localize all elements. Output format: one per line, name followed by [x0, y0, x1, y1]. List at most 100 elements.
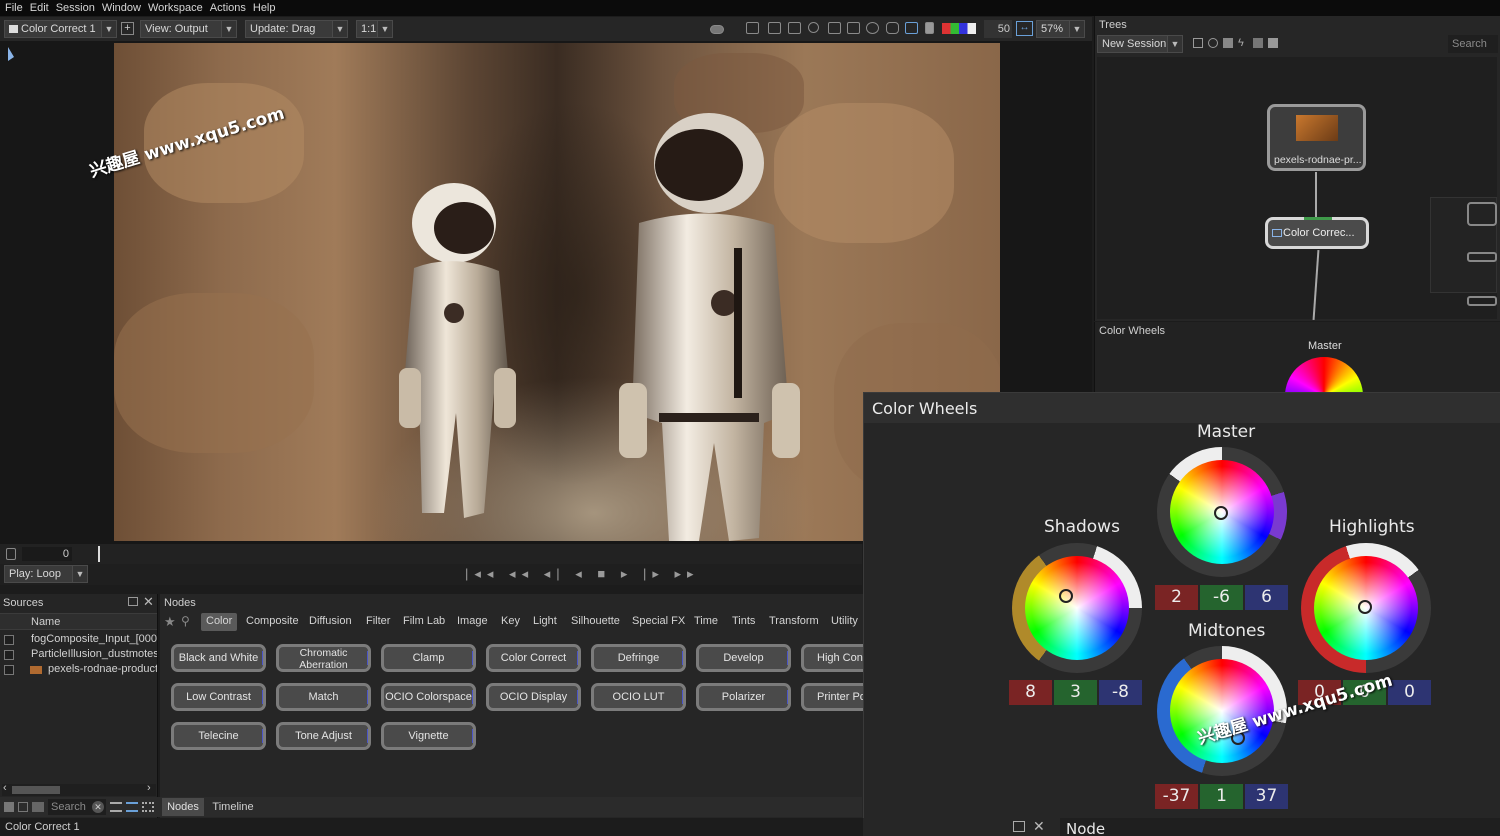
new-tree-icon[interactable]	[1193, 38, 1203, 48]
source-row[interactable]: pexels-rodnae-producti	[0, 663, 157, 678]
midtones-green-value[interactable]: 1	[1200, 784, 1243, 809]
master-wheel[interactable]	[1170, 460, 1274, 564]
tab-film-lab[interactable]: Film Lab	[398, 613, 450, 631]
source-row[interactable]: fogComposite_Input_[0000	[0, 633, 157, 648]
node-telecine[interactable]: Telecine	[171, 722, 266, 750]
monitor-icon[interactable]	[768, 22, 781, 34]
sources-scrollbar[interactable]: ‹ ›	[2, 782, 156, 796]
shadows-green-value[interactable]: 3	[1054, 680, 1097, 705]
frame-field[interactable]: 0	[22, 547, 72, 561]
tab-special-fx[interactable]: Special FX	[627, 613, 690, 631]
filter-icon[interactable]	[18, 802, 28, 812]
tab-transform[interactable]: Transform	[764, 613, 824, 631]
tab-filter[interactable]: Filter	[361, 613, 395, 631]
tab-nodes[interactable]: Nodes	[162, 798, 204, 816]
playhead[interactable]	[98, 546, 100, 562]
region-icon[interactable]	[828, 22, 841, 34]
scroll-thumb[interactable]	[12, 786, 60, 794]
target-icon[interactable]	[866, 22, 879, 34]
tab-image[interactable]: Image	[452, 613, 493, 631]
node-ocio-colorspace[interactable]: OCIO Colorspace	[381, 683, 476, 711]
tab-utility[interactable]: Utility	[826, 613, 863, 631]
node-polarizer[interactable]: Polarizer	[696, 683, 791, 711]
master-green-value[interactable]: -6	[1200, 585, 1243, 610]
node-select-dropdown[interactable]: Color Correct 1 ▼	[4, 20, 117, 38]
tree-minimap[interactable]	[1430, 197, 1497, 306]
node-high-contrast[interactable]: High Cont	[801, 644, 863, 672]
source-row[interactable]: ParticleIllusion_dustmotes_	[0, 648, 157, 663]
frame-value[interactable]: 50	[984, 20, 1012, 38]
tab-light[interactable]: Light	[528, 613, 562, 631]
menu-actions[interactable]: Actions	[210, 2, 246, 14]
tree-canvas[interactable]: pexels-rodnae-pr... Color Correc...	[1097, 57, 1497, 320]
tab-color[interactable]: Color	[201, 613, 238, 631]
midtones-red-value[interactable]: -37	[1155, 784, 1198, 809]
highlights-wheel[interactable]	[1314, 556, 1418, 660]
master-ring[interactable]	[1157, 447, 1287, 577]
node-ocio-display[interactable]: OCIO Display	[486, 683, 581, 711]
highlights-ring[interactable]	[1301, 543, 1431, 673]
fit-width-icon[interactable]: ↔	[1016, 21, 1033, 36]
menu-help[interactable]: Help	[253, 2, 276, 14]
column-name[interactable]: Name	[31, 616, 60, 628]
timeline-bar[interactable]: 0	[0, 544, 862, 564]
list-view-icon[interactable]	[110, 802, 122, 812]
session-dropdown[interactable]: New Session 2 ▼	[1097, 35, 1183, 53]
snapshot-icon[interactable]	[746, 22, 759, 34]
node-printer-points[interactable]: Printer Po	[801, 683, 863, 711]
source-checkbox[interactable]	[4, 635, 14, 645]
highlights-puck[interactable]	[1358, 600, 1372, 614]
lock-icon[interactable]	[6, 548, 16, 560]
tab-time[interactable]: Time	[689, 613, 723, 631]
channel-icon[interactable]	[942, 23, 976, 34]
shadows-red-value[interactable]: 8	[1009, 680, 1052, 705]
cw-titlebar[interactable]: Color Wheels	[864, 393, 1500, 423]
menu-edit[interactable]: Edit	[30, 2, 49, 14]
node-vignette[interactable]: Vignette	[381, 722, 476, 750]
overlay-icon[interactable]	[905, 22, 918, 34]
tab-timeline[interactable]: Timeline	[207, 798, 259, 816]
node-color-correct[interactable]: Color Correct	[486, 644, 581, 672]
node-defringe[interactable]: Defringe	[591, 644, 686, 672]
frame-icon[interactable]	[788, 22, 801, 34]
grid-view-icon[interactable]	[142, 802, 154, 812]
fit-icon[interactable]	[847, 22, 860, 34]
shadows-blue-value[interactable]: -8	[1099, 680, 1142, 705]
undock-icon[interactable]	[1013, 821, 1025, 832]
import-icon[interactable]	[1223, 38, 1233, 48]
tab-diffusion[interactable]: Diffusion	[304, 613, 357, 631]
camera-icon[interactable]	[710, 25, 724, 34]
tab-composite[interactable]: Composite	[241, 613, 304, 631]
update-dropdown[interactable]: Update: Drag ▼	[245, 20, 348, 38]
shadows-wheel[interactable]	[1025, 556, 1129, 660]
hand-icon[interactable]	[886, 22, 899, 34]
source-checkbox[interactable]	[4, 665, 14, 675]
detail-view-icon[interactable]	[126, 802, 138, 812]
add-view-icon[interactable]: +	[121, 22, 134, 35]
lightning-icon[interactable]: ϟ	[1238, 38, 1248, 49]
search-icon[interactable]: ⚲	[181, 614, 190, 628]
midtones-blue-value[interactable]: 37	[1245, 784, 1288, 809]
source-checkbox[interactable]	[4, 650, 14, 660]
master-blue-value[interactable]: 6	[1245, 585, 1288, 610]
node-tone-adjust[interactable]: Tone Adjust	[276, 722, 371, 750]
branch-icon[interactable]	[1208, 38, 1218, 48]
tab-silhouette[interactable]: Silhouette	[566, 613, 625, 631]
node-black-and-white[interactable]: Black and White	[171, 644, 266, 672]
menu-file[interactable]: File	[5, 2, 23, 14]
play-mode-dropdown[interactable]: Play: Loop ▼	[4, 565, 88, 583]
node-chromatic-aberration[interactable]: Chromatic Aberration	[276, 644, 371, 672]
close-icon[interactable]: ✕	[143, 594, 154, 610]
cw-mini-wheel[interactable]	[1285, 357, 1363, 392]
menu-workspace[interactable]: Workspace	[148, 2, 203, 14]
list-icon[interactable]	[4, 802, 14, 812]
star-icon[interactable]: ★	[164, 614, 176, 630]
tab-key[interactable]: Key	[496, 613, 525, 631]
node-match[interactable]: Match	[276, 683, 371, 711]
master-red-value[interactable]: 2	[1155, 585, 1198, 610]
tree-node-source[interactable]: pexels-rodnae-pr...	[1267, 104, 1366, 171]
node-develop[interactable]: Develop	[696, 644, 791, 672]
tab-tints[interactable]: Tints	[727, 613, 760, 631]
menu-window[interactable]: Window	[102, 2, 141, 14]
folder-icon[interactable]	[1253, 38, 1263, 48]
